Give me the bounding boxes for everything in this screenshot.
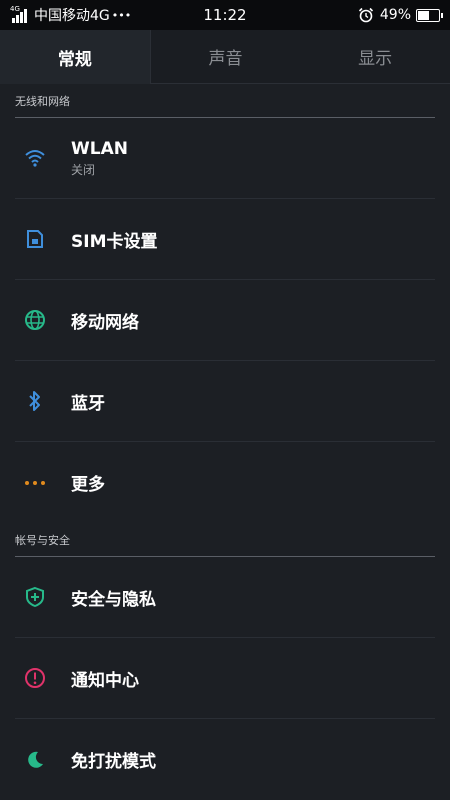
settings-item-bluetooth[interactable]: 蓝牙 — [15, 361, 435, 442]
more-dots-icon — [15, 480, 55, 486]
bluetooth-icon — [15, 390, 55, 412]
settings-list: 无线和网络 WLAN 关闭 SIM卡设置 移动网络 蓝牙 更多 帐号与安全 安全… — [0, 84, 450, 800]
wlan-status: 关闭 — [71, 162, 96, 177]
moon-icon — [15, 750, 55, 770]
tab-sound[interactable]: 声音 — [150, 30, 301, 84]
section-header-wireless: 无线和网络 — [15, 84, 435, 118]
alert-circle-icon — [15, 667, 55, 689]
settings-item-label: 更多 — [71, 475, 105, 495]
more-notifications-dots: ••• — [111, 8, 132, 22]
battery-percent: 49% — [379, 7, 411, 23]
battery-icon — [416, 8, 443, 22]
signal-icon: 4G — [10, 5, 30, 24]
settings-item-label: 免打扰模式 — [71, 752, 156, 772]
settings-item-label: 通知中心 — [71, 670, 139, 691]
settings-item-label: WLAN — [71, 138, 128, 159]
shield-icon — [15, 586, 55, 608]
settings-item-notification-center[interactable]: 通知中心 — [15, 638, 435, 719]
settings-item-security-privacy[interactable]: 安全与隐私 — [15, 557, 435, 638]
settings-item-wlan[interactable]: WLAN 关闭 — [15, 118, 435, 199]
settings-item-label: 蓝牙 — [71, 393, 105, 414]
settings-item-label: SIM卡设置 — [71, 231, 158, 252]
status-bar: 4G 中国移动4G ••• 11:22 49% — [0, 0, 450, 30]
alarm-clock-icon — [358, 7, 374, 23]
globe-icon — [15, 309, 55, 331]
settings-item-label: 移动网络 — [71, 312, 139, 333]
network-type-tag: 4G — [10, 5, 20, 13]
carrier-name: 中国移动4G — [34, 8, 110, 24]
wifi-icon — [15, 148, 55, 168]
section-header-account-security: 帐号与安全 — [15, 523, 435, 557]
settings-item-more[interactable]: 更多 — [15, 442, 435, 523]
settings-item-do-not-disturb[interactable]: 免打扰模式 — [15, 719, 435, 800]
tab-general[interactable]: 常规 — [0, 30, 151, 84]
settings-item-sim[interactable]: SIM卡设置 — [15, 199, 435, 280]
tab-bar: 常规 声音 显示 — [0, 30, 450, 84]
settings-item-mobile-network[interactable]: 移动网络 — [15, 280, 435, 361]
sim-card-icon — [15, 229, 55, 249]
tab-display[interactable]: 显示 — [300, 30, 450, 84]
settings-item-label: 安全与隐私 — [71, 589, 156, 610]
